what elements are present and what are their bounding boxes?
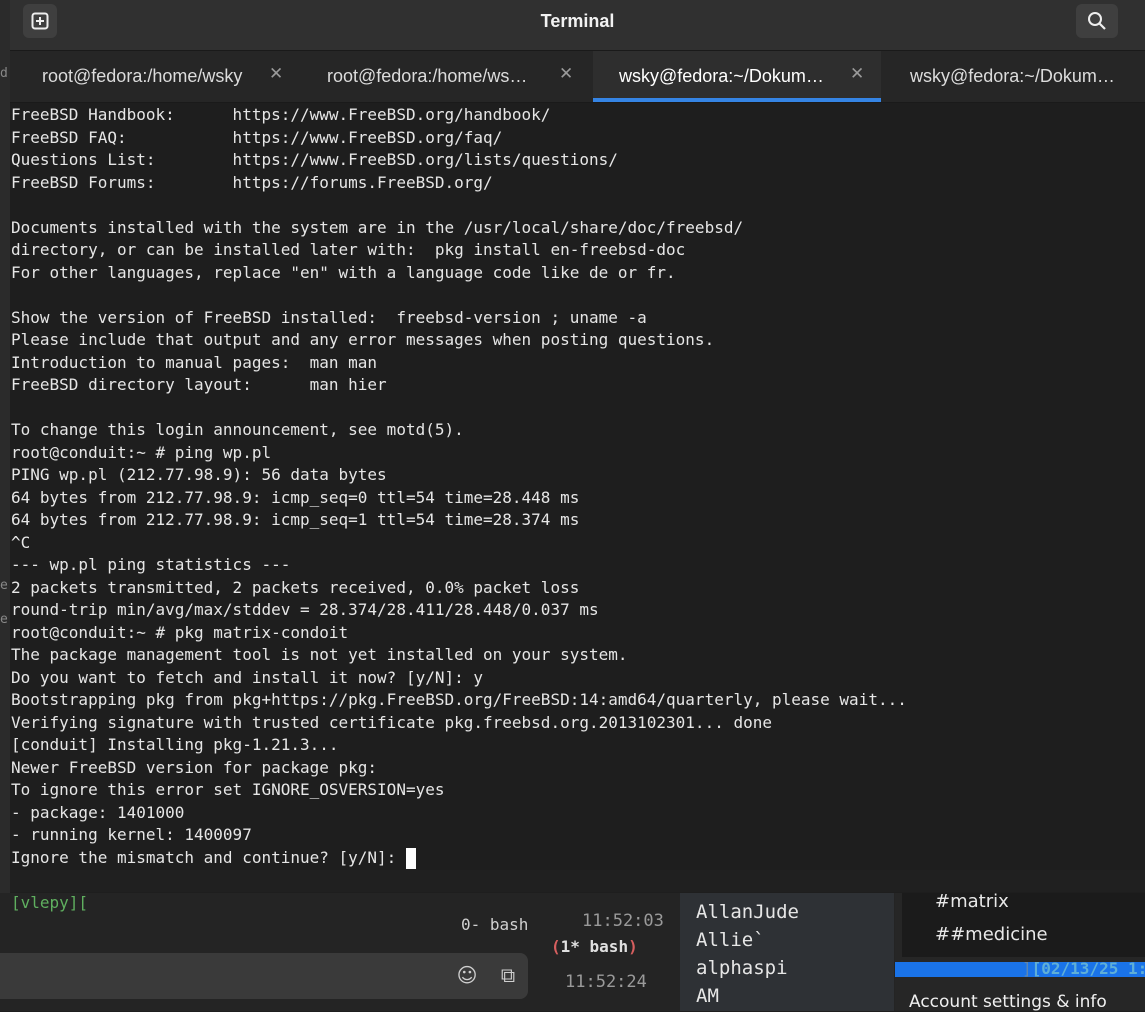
attach-icon[interactable]: ⧉ [496, 963, 520, 987]
terminal-line: The package management tool is not yet i… [11, 645, 628, 664]
terminal-line: 64 bytes from 212.77.98.9: icmp_seq=0 tt… [11, 487, 580, 507]
close-icon[interactable]: ✕ [850, 64, 864, 84]
terminal-window: Terminal root@fedora:/home/wsky ✕ root@f… [10, 0, 1145, 978]
terminal-line: - running kernel: 1400097 [11, 825, 252, 844]
terminal-line: Newer FreeBSD version for package pkg: [11, 757, 378, 777]
terminal-line: Bootstrapping pkg from pkg+https://pkg.F… [11, 690, 907, 709]
terminal-line: [conduit] Installing pkg-1.21.3... [11, 735, 339, 754]
terminal-line: Questions List: https://www.FreeBSD.org/… [11, 150, 618, 169]
terminal-line: Please include that output and any error… [11, 330, 715, 349]
terminal-line: FreeBSD FAQ: https://www.FreeBSD.org/faq… [11, 127, 503, 147]
terminal-line: FreeBSD Forums: https://forums.FreeBSD.o… [11, 172, 493, 192]
status-clock: ][02/13/25 1: [1022, 958, 1145, 980]
close-icon[interactable]: ✕ [269, 64, 283, 84]
window-1-name: 1* bash [560, 937, 629, 956]
tab-bar: root@fedora:/home/wsky ✕ root@fedora:/ho… [10, 51, 1145, 103]
terminal-line: Documents installed with the system are … [11, 217, 744, 237]
tab-wsky-dokumenty-active[interactable]: wsky@fedora:~/Dokum… ✕ [593, 51, 881, 102]
tab-root-home-wsky[interactable]: root@fedora:/home/wsky ✕ [12, 51, 300, 102]
clock-datetime: [02/13/25 1: [1031, 959, 1145, 978]
terminal-line: To change this login announcement, see m… [11, 420, 464, 439]
search-icon [1088, 12, 1106, 30]
terminal-line: - package: 1401000 [11, 802, 185, 822]
terminal-line: root@conduit:~ # pkg matrix-condoit [11, 622, 349, 642]
tab-label: wsky@fedora:~/Dokum… [910, 66, 1115, 86]
terminal-line: directory, or can be installed later wit… [11, 240, 686, 259]
emoji-icon[interactable]: ☺ [455, 963, 479, 987]
terminal-line: FreeBSD directory layout: man hier [11, 375, 387, 394]
message-timestamp: 11:52:24 [565, 972, 647, 992]
window-title: Terminal [540, 11, 615, 31]
terminal-line: Introduction to manual pages: man man [11, 352, 378, 372]
terminal-line: root@conduit:~ # ping wp.pl [11, 442, 272, 462]
paren-open: ( [551, 937, 561, 956]
terminal-line: ^C [11, 532, 31, 552]
terminal-line: To ignore this error set IGNORE_OSVERSIO… [11, 780, 445, 799]
terminal-line: round-trip min/avg/max/stddev = 28.374/2… [11, 600, 599, 619]
chat-message-input[interactable] [0, 953, 528, 999]
search-button[interactable] [1076, 4, 1118, 38]
window-1-label-active[interactable]: (1* bash) [551, 936, 638, 958]
channel-item[interactable]: #matrix [935, 891, 1009, 912]
background-left-strip: d e e [0, 0, 10, 1011]
background-fragment: e [0, 578, 8, 593]
clock-bracket: ] [1022, 959, 1032, 978]
message-timestamp: 11:52:03 [582, 911, 664, 931]
terminal-line: 2 packets transmitted, 2 packets receive… [11, 577, 580, 597]
background-fragment: e [0, 612, 8, 627]
active-tab-indicator [593, 98, 881, 102]
terminal-line: Verifying signature with trusted certifi… [11, 712, 772, 732]
terminal-line: Ignore the mismatch and continue? [y/N]: [10, 847, 1145, 870]
user-list-item[interactable]: AllanJude [696, 901, 799, 923]
channel-item[interactable]: ##medicine [935, 924, 1048, 945]
background-fragment: d [0, 66, 8, 81]
tab-label: wsky@fedora:~/Dokum… [619, 66, 824, 86]
terminal-line: For other languages, replace "en" with a… [11, 262, 676, 282]
title-bar: Terminal [10, 0, 1145, 51]
terminal-line: Do you want to fetch and install it now?… [11, 667, 484, 687]
terminal-output[interactable]: FreeBSD Handbook: https://www.FreeBSD.or… [10, 104, 1145, 870]
paren-close: ) [628, 937, 638, 956]
tab-wsky-dokumenty[interactable]: wsky@fedora:~/Dokum… [883, 51, 1145, 102]
tmux-status-bar: [vlepy][ 0- bash (1* bash) ][02/13/25 1: [10, 870, 1145, 978]
session-name: [vlepy][ [11, 893, 89, 912]
terminal-line: 64 bytes from 212.77.98.9: icmp_seq=1 tt… [11, 510, 580, 529]
user-list-item[interactable]: alphaspi [696, 957, 788, 979]
terminal-line: PING wp.pl (212.77.98.9): 56 data bytes [11, 465, 387, 484]
tab-label: root@fedora:/home/wsky [42, 66, 243, 86]
terminal-line: --- wp.pl ping statistics --- [11, 555, 291, 574]
user-list-item[interactable]: AM [696, 985, 719, 1007]
window-0-label[interactable]: 0- bash [461, 914, 528, 936]
terminal-line: Show the version of FreeBSD installed: f… [11, 307, 647, 327]
terminal-line-text: Ignore the mismatch and continue? [y/N]: [11, 847, 406, 867]
text-cursor [405, 847, 416, 869]
tab-root-home-ws[interactable]: root@fedora:/home/ws… ✕ [300, 51, 588, 102]
tab-label: root@fedora:/home/ws… [327, 66, 528, 86]
terminal-line: FreeBSD Handbook: https://www.FreeBSD.or… [11, 105, 551, 124]
account-settings-link[interactable]: Account settings & info [909, 992, 1107, 1012]
close-icon[interactable]: ✕ [559, 64, 573, 84]
user-list-item[interactable]: Allie` [696, 929, 765, 951]
